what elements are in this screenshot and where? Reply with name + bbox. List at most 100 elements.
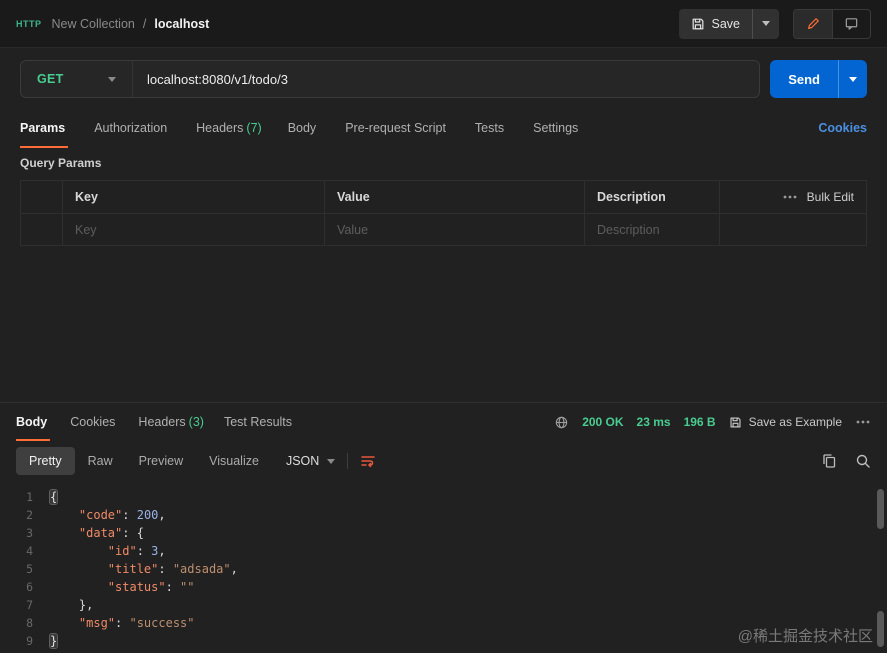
tab-body[interactable]: Body — [288, 108, 320, 148]
url-input[interactable] — [133, 61, 760, 97]
response-tab-cookies[interactable]: Cookies — [70, 403, 118, 441]
status-badge[interactable]: 200 OK — [582, 415, 623, 429]
more-options-icon[interactable] — [782, 189, 798, 205]
comment-icon — [844, 16, 859, 31]
pencil-icon — [806, 17, 820, 31]
code-text: "code": 200, — [78, 508, 166, 522]
line-number: 1 — [26, 490, 33, 504]
view-mode-preview[interactable]: Preview — [126, 447, 196, 475]
top-actions: Save — [678, 8, 871, 39]
response-more-options-icon[interactable] — [855, 414, 871, 430]
tab-label: Body — [287, 121, 317, 135]
request-url-row: GET Send — [0, 48, 887, 108]
tab-headers[interactable]: Headers (7) — [196, 108, 262, 148]
comments-button[interactable] — [832, 9, 870, 38]
tab-label: Headers — [196, 121, 244, 135]
method-dropdown[interactable]: GET — [21, 61, 133, 97]
response-pane: Body Cookies Headers (3) Test Results 200… — [0, 402, 887, 653]
breadcrumb-separator: / — [142, 16, 147, 31]
send-button-label: Send — [788, 71, 820, 87]
breadcrumb-request-name[interactable]: localhost — [154, 17, 209, 31]
line-number: 4 — [26, 544, 33, 558]
search-icon[interactable] — [855, 453, 871, 469]
code-text: { — [50, 490, 58, 504]
request-meta-buttons — [793, 8, 871, 39]
scrollbar-thumb[interactable] — [877, 489, 884, 529]
response-tab-headers[interactable]: Headers (3) — [138, 403, 204, 441]
code-text: }, — [78, 598, 94, 612]
request-response-splitter[interactable] — [0, 246, 887, 402]
line-number: 5 — [26, 562, 33, 576]
params-empty-row — [21, 213, 866, 245]
column-header-description: Description — [585, 181, 720, 213]
code-line: 5 "title": "adsada", — [0, 560, 887, 578]
view-mode-visualize[interactable]: Visualize — [196, 447, 272, 475]
response-tab-body[interactable]: Body — [16, 403, 51, 441]
save-button-label: Save — [711, 16, 741, 31]
chevron-down-icon — [762, 21, 770, 26]
save-as-example-button[interactable]: Save as Example — [729, 415, 842, 429]
send-options-button[interactable] — [838, 60, 867, 98]
param-description-input[interactable] — [585, 222, 719, 237]
code-line: 1{ — [0, 488, 887, 506]
code-text: "msg": "success" — [78, 616, 195, 630]
http-request-icon: HTTP — [16, 18, 42, 29]
tab-label: Params — [20, 121, 66, 135]
code-text: } — [50, 634, 58, 648]
save-button-group: Save — [678, 8, 779, 39]
save-icon — [729, 416, 742, 429]
chevron-down-icon — [849, 76, 857, 82]
line-number: 2 — [26, 508, 33, 522]
tab-pre-request-script[interactable]: Pre-request Script — [345, 108, 449, 148]
tab-label: Tests — [474, 121, 505, 135]
format-label: JSON — [285, 454, 320, 468]
tab-label: Settings — [533, 121, 579, 135]
bulk-edit-button[interactable]: Bulk Edit — [807, 190, 854, 204]
save-icon — [691, 17, 705, 31]
save-options-button[interactable] — [752, 8, 779, 39]
line-number: 8 — [26, 616, 33, 630]
param-value-input[interactable] — [325, 222, 584, 237]
code-line: 7 }, — [0, 596, 887, 614]
network-globe-icon[interactable] — [554, 415, 569, 430]
tab-tests[interactable]: Tests — [475, 108, 507, 148]
send-button[interactable]: Send — [770, 60, 838, 98]
param-key-input[interactable] — [63, 222, 324, 237]
format-dropdown[interactable]: JSON — [285, 454, 336, 468]
response-tab-test-results[interactable]: Test Results — [224, 403, 295, 441]
response-tabs: Body Cookies Headers (3) Test Results 200… — [0, 403, 887, 441]
scrollbar-thumb[interactable] — [877, 611, 884, 647]
save-as-example-label: Save as Example — [748, 415, 842, 429]
view-mode-pretty[interactable]: Pretty — [16, 447, 75, 475]
code-text: "id": 3, — [107, 544, 166, 558]
params-header-row: Key Value Description Bulk Edit — [21, 181, 866, 213]
tab-count: (3) — [188, 415, 204, 429]
row-handle-column — [21, 181, 63, 213]
cookies-link[interactable]: Cookies — [818, 108, 867, 148]
code-lines: 1{2 "code": 200, 3 "data": {4 "id": 3, 5 "… — [0, 488, 887, 650]
row-handle-column — [21, 214, 63, 245]
view-mode-raw[interactable]: Raw — [75, 447, 126, 475]
code-text: "data": { — [78, 526, 144, 540]
response-body-viewer[interactable]: 1{2 "code": 200, 3 "data": {4 "id": 3, 5 "… — [0, 481, 887, 653]
postman-window: HTTP New Collection / localhost Save GET… — [0, 0, 887, 653]
response-size[interactable]: 196 B — [684, 415, 716, 429]
tab-authorization[interactable]: Authorization — [94, 108, 170, 148]
wrap-text-icon[interactable] — [360, 453, 376, 469]
code-text: "status": "" — [107, 580, 195, 594]
save-button[interactable]: Save — [679, 9, 753, 39]
tab-settings[interactable]: Settings — [533, 108, 581, 148]
method-label: GET — [37, 72, 64, 86]
response-meta: 200 OK 23 ms 196 B Save as Example — [554, 403, 871, 441]
breadcrumb-collection[interactable]: New Collection — [52, 17, 135, 31]
tab-params[interactable]: Params — [20, 108, 69, 148]
tab-label: Body — [16, 415, 48, 429]
edit-request-button[interactable] — [794, 9, 832, 38]
request-tabs: Params Authorization Headers (7) Body Pre… — [0, 108, 887, 148]
view-mode-switcher: Pretty Raw Preview Visualize — [16, 447, 272, 475]
response-time[interactable]: 23 ms — [637, 415, 671, 429]
copy-icon[interactable] — [821, 453, 837, 469]
tab-label: Cookies — [70, 415, 116, 429]
column-header-key: Key — [63, 181, 325, 213]
chevron-down-icon — [327, 458, 336, 464]
